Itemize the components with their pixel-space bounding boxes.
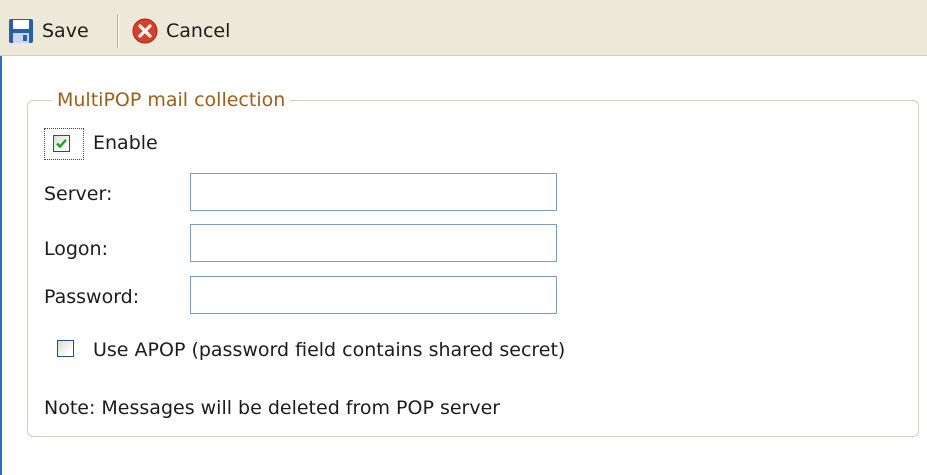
- enable-label: Enable: [93, 132, 158, 154]
- enable-checkbox[interactable]: [53, 135, 70, 152]
- save-label: Save: [42, 20, 89, 42]
- note-text: Note: Messages will be deleted from POP …: [44, 397, 501, 419]
- logon-input[interactable]: [190, 224, 557, 262]
- server-input[interactable]: [190, 173, 557, 211]
- toolbar-separator: [117, 14, 119, 48]
- fieldset-legend: MultiPOP mail collection: [52, 88, 291, 112]
- password-label: Password:: [44, 286, 140, 308]
- save-button[interactable]: Save: [8, 16, 89, 46]
- cancel-button[interactable]: Cancel: [132, 16, 230, 46]
- window-left-border: [0, 0, 2, 475]
- logon-label: Logon:: [44, 238, 109, 260]
- apop-label: Use APOP (password field contains shared…: [93, 339, 566, 361]
- toolbar: Save Cancel: [0, 0, 927, 56]
- password-input[interactable]: [190, 276, 557, 314]
- checkmark-icon: [56, 138, 67, 149]
- cancel-circle-icon: [132, 18, 158, 44]
- cancel-label: Cancel: [166, 20, 231, 42]
- floppy-disk-icon: [8, 18, 34, 44]
- apop-checkbox[interactable]: [57, 340, 74, 357]
- server-label: Server:: [44, 183, 113, 205]
- multipop-fieldset: [27, 100, 919, 437]
